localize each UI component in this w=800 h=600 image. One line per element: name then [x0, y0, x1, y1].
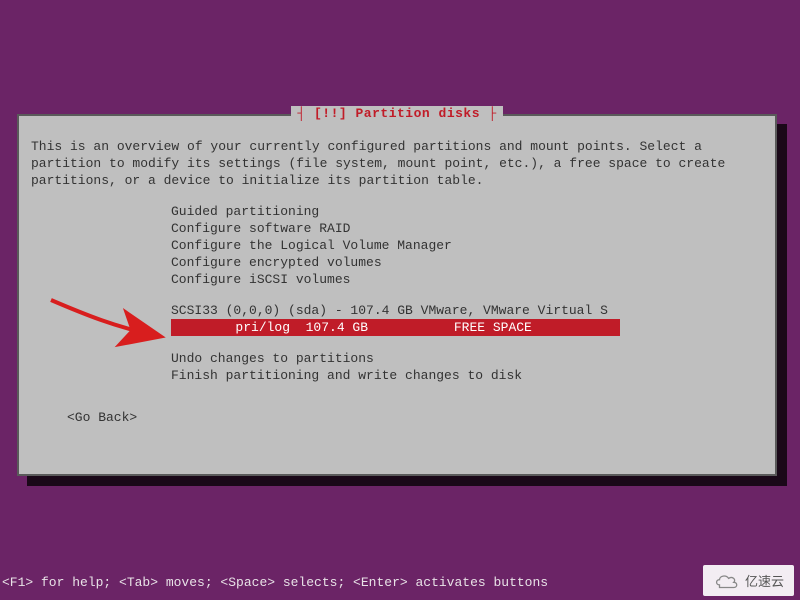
dialog-title-wrap: ┤ [!!] Partition disks ├: [19, 106, 775, 121]
dialog-title: ┤ [!!] Partition disks ├: [291, 106, 502, 121]
watermark-text: 亿速云: [745, 571, 784, 590]
go-back-button[interactable]: <Go Back>: [67, 410, 763, 425]
menu-configure-lvm[interactable]: Configure the Logical Volume Manager: [171, 237, 763, 254]
partition-menu: Guided partitioning Configure software R…: [171, 203, 763, 288]
post-menu: Undo changes to partitions Finish partit…: [171, 350, 763, 384]
menu-configure-iscsi[interactable]: Configure iSCSI volumes: [171, 271, 763, 288]
disk-block: SCSI33 (0,0,0) (sda) - 107.4 GB VMware, …: [171, 302, 763, 336]
menu-configure-raid[interactable]: Configure software RAID: [171, 220, 763, 237]
dialog-intro: This is an overview of your currently co…: [31, 138, 763, 189]
menu-guided-partitioning[interactable]: Guided partitioning: [171, 203, 763, 220]
footer-help: <F1> for help; <Tab> moves; <Space> sele…: [2, 575, 548, 590]
menu-configure-encrypted[interactable]: Configure encrypted volumes: [171, 254, 763, 271]
menu-undo-changes[interactable]: Undo changes to partitions: [171, 350, 763, 367]
dialog-title-prefix: [!!]: [314, 106, 347, 121]
disk-header[interactable]: SCSI33 (0,0,0) (sda) - 107.4 GB VMware, …: [171, 302, 763, 319]
cloud-icon: [713, 573, 739, 589]
partition-dialog: ┤ [!!] Partition disks ├ This is an over…: [17, 114, 777, 476]
watermark: 亿速云: [703, 565, 794, 596]
free-space-row[interactable]: pri/log 107.4 GB FREE SPACE: [171, 319, 620, 336]
dialog-title-text: Partition disks: [356, 106, 481, 121]
menu-finish-partitioning[interactable]: Finish partitioning and write changes to…: [171, 367, 763, 384]
